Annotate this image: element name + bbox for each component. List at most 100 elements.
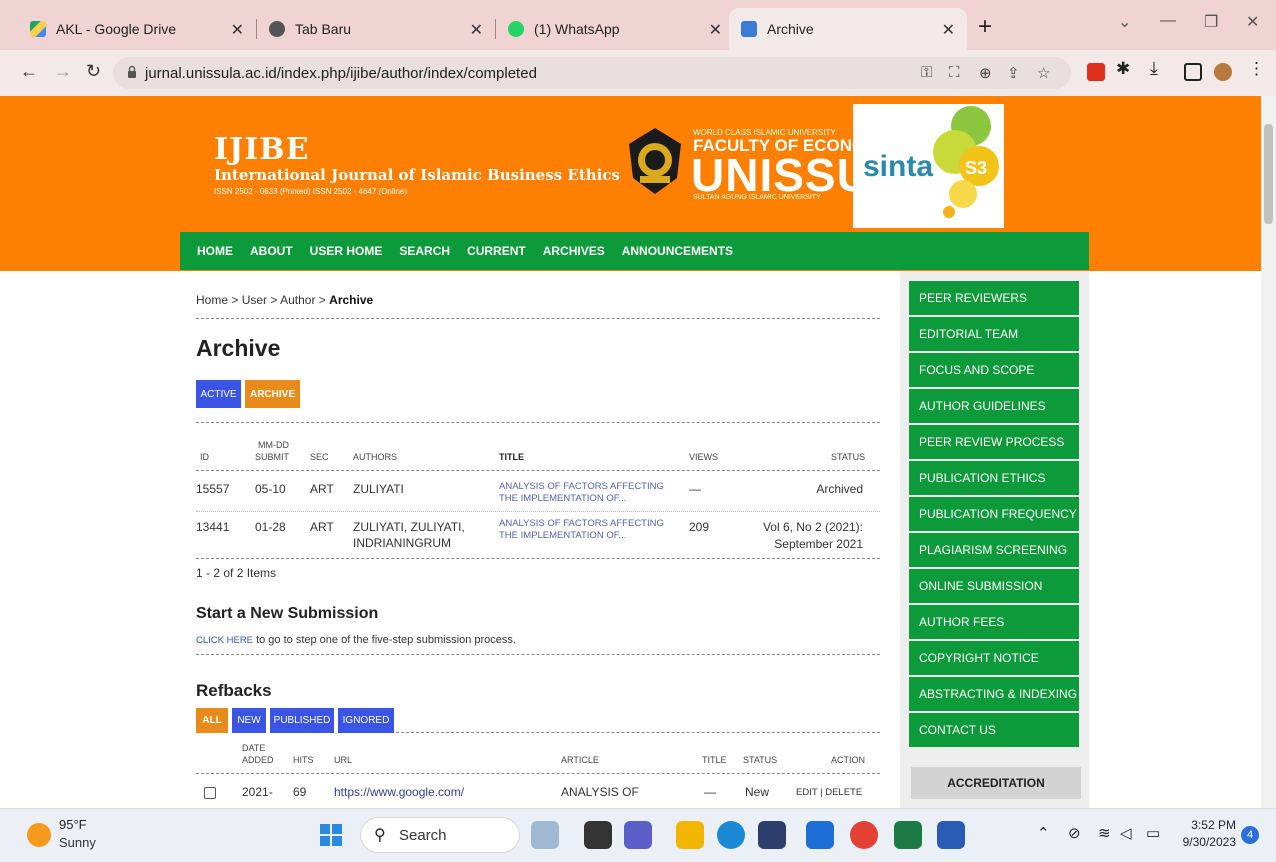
window-close-icon[interactable]: ✕	[1246, 12, 1259, 32]
nav-search[interactable]: SEARCH	[399, 244, 450, 258]
tab-new-tab[interactable]: Tab Baru ✕	[257, 8, 495, 50]
task-view-icon[interactable]	[584, 821, 612, 849]
refback-col-hits[interactable]: HITS	[293, 754, 314, 766]
minimize-icon[interactable]: —	[1160, 12, 1176, 30]
excel-icon[interactable]	[894, 821, 922, 849]
row-title-link[interactable]: ANALYSIS OF FACTORS AFFECTING	[499, 481, 664, 493]
nav-user-home[interactable]: USER HOME	[310, 244, 383, 258]
sidebar-item-peer-review-process[interactable]: PEER REVIEW PROCESS	[909, 425, 1079, 459]
row-status[interactable]: Vol 6, No 2 (2021):	[716, 520, 863, 535]
row-title-link-cont[interactable]: THE IMPLEMENTATION OF...	[499, 530, 626, 542]
close-icon[interactable]: ✕	[470, 20, 483, 40]
refback-col-title[interactable]: TITLE	[702, 754, 727, 766]
meet-app-icon[interactable]	[624, 821, 652, 849]
volume-icon[interactable]: ◁	[1120, 824, 1132, 842]
nav-current[interactable]: CURRENT	[467, 244, 526, 258]
nav-home[interactable]: HOME	[197, 244, 233, 258]
row-status-cont[interactable]: September 2021	[716, 537, 863, 552]
breadcrumb-home[interactable]: Home	[196, 293, 228, 307]
store-icon[interactable]	[806, 821, 834, 849]
widget-app-icon[interactable]	[531, 821, 559, 849]
close-icon[interactable]: ✕	[942, 20, 955, 40]
refback-delete-link[interactable]: DELETE	[825, 787, 862, 798]
sidebar-item-abstracting-indexing[interactable]: ABSTRACTING & INDEXING	[909, 677, 1079, 711]
address-bar[interactable]: jurnal.unissula.ac.id/index.php/ijibe/au…	[113, 57, 1071, 89]
col-status[interactable]: STATUS	[831, 451, 865, 463]
row-title-link-cont[interactable]: THE IMPLEMENTATION OF...	[499, 493, 626, 505]
nav-announcements[interactable]: ANNOUNCEMENTS	[622, 244, 733, 258]
chrome-taskbar-icon[interactable]	[850, 821, 878, 849]
word-icon[interactable]	[937, 821, 965, 849]
key-icon[interactable]: ⚿	[921, 64, 932, 81]
translate-icon[interactable]: ⛶	[949, 64, 960, 81]
breadcrumb-user[interactable]: User	[242, 293, 267, 307]
refback-col-article[interactable]: ARTICLE	[561, 754, 599, 766]
col-authors[interactable]: AUTHORS	[353, 451, 397, 463]
url-text[interactable]: jurnal.unissula.ac.id/index.php/ijibe/au…	[145, 65, 537, 82]
system-clock[interactable]: 3:52 PM 9/30/2023	[1178, 817, 1236, 851]
download-icon[interactable]: ⤓	[1150, 58, 1168, 78]
refbacks-tab-ignored[interactable]: IGNORED	[338, 708, 394, 733]
sidebar-item-plagiarism-screening[interactable]: PLAGIARISM SCREENING	[909, 533, 1079, 567]
sun-icon[interactable]	[27, 823, 51, 847]
sidebar-item-peer-reviewers[interactable]: PEER REVIEWERS	[909, 281, 1079, 315]
nav-about[interactable]: ABOUT	[250, 244, 293, 258]
tab-search-icon[interactable]: ⌄	[1118, 12, 1131, 32]
share-icon[interactable]: ⇪	[1007, 64, 1020, 82]
refbacks-tab-published[interactable]: PUBLISHED	[270, 708, 334, 733]
breadcrumb-current[interactable]: Archive	[329, 293, 373, 307]
sidebar-item-copyright-notice[interactable]: COPYRIGHT NOTICE	[909, 641, 1079, 675]
restore-icon[interactable]: ❐	[1204, 12, 1218, 32]
refback-url[interactable]: https://www.google.com/	[334, 785, 464, 800]
sidebar-item-editorial-team[interactable]: EDITORIAL TEAM	[909, 317, 1079, 351]
avatar[interactable]	[1214, 63, 1232, 81]
page-scrollbar[interactable]	[1261, 96, 1276, 808]
col-sec[interactable]: SEC	[310, 451, 329, 463]
row-title-link[interactable]: ANALYSIS OF FACTORS AFFECTING	[499, 518, 664, 530]
location-icon[interactable]: ⊘	[1068, 824, 1081, 842]
weather-temperature[interactable]: 95°F	[59, 817, 87, 832]
active-filter-button[interactable]: ACTIVE	[196, 380, 241, 408]
sidebar-item-author-guidelines[interactable]: AUTHOR GUIDELINES	[909, 389, 1079, 423]
lock-icon[interactable]	[127, 65, 137, 79]
bookmark-star-icon[interactable]: ☆	[1037, 64, 1050, 82]
puzzle-icon[interactable]: ✱	[1116, 59, 1134, 78]
edge-icon[interactable]	[717, 821, 745, 849]
sidebar-item-online-submission[interactable]: ONLINE SUBMISSION	[909, 569, 1079, 603]
refback-col-status[interactable]: STATUS	[743, 754, 777, 766]
new-tab-button[interactable]: +	[978, 15, 992, 39]
wifi-icon[interactable]: ≋	[1098, 824, 1111, 842]
col-submit[interactable]: SUBMIT	[255, 451, 289, 463]
refback-col-url[interactable]: URL	[334, 754, 352, 766]
close-icon[interactable]: ✕	[231, 20, 244, 40]
calendar-app-icon[interactable]	[758, 821, 786, 849]
forward-icon[interactable]: →	[54, 61, 72, 82]
extension-icon[interactable]	[1087, 63, 1105, 81]
col-views[interactable]: VIEWS	[689, 451, 718, 463]
refbacks-tab-new[interactable]: NEW	[232, 708, 266, 733]
archive-filter-button[interactable]: ARCHIVE	[245, 380, 300, 408]
tab-archive[interactable]: Archive ✕	[729, 8, 967, 50]
file-explorer-icon[interactable]	[676, 821, 704, 849]
sidebar-item-focus-and-scope[interactable]: FOCUS AND SCOPE	[909, 353, 1079, 387]
battery-icon[interactable]: ▭	[1146, 824, 1160, 842]
refback-edit-link[interactable]: EDIT	[796, 787, 817, 798]
sidebar-item-publication-frequency[interactable]: PUBLICATION FREQUENCY	[909, 497, 1079, 531]
col-id[interactable]: ID	[200, 451, 209, 463]
sidebar-item-contact-us[interactable]: CONTACT US	[909, 713, 1079, 747]
weather-condition[interactable]: Sunny	[59, 835, 96, 850]
menu-icon[interactable]: ⋮	[1248, 59, 1266, 78]
taskbar-search[interactable]: ⚲ Search	[360, 817, 520, 853]
nav-archives[interactable]: ARCHIVES	[543, 244, 605, 258]
close-icon[interactable]: ✕	[709, 20, 722, 40]
chevron-up-icon[interactable]: ⌃	[1037, 824, 1050, 842]
breadcrumb-author[interactable]: Author	[280, 293, 315, 307]
sidebar-item-publication-ethics[interactable]: PUBLICATION ETHICS	[909, 461, 1079, 495]
reload-icon[interactable]: ↻	[86, 61, 101, 82]
zoom-icon[interactable]: ⊕	[979, 64, 992, 82]
click-here-link[interactable]: CLICK HERE	[196, 635, 253, 646]
refbacks-tab-all[interactable]: ALL	[196, 708, 228, 733]
sidebar-item-author-fees[interactable]: AUTHOR FEES	[909, 605, 1079, 639]
tab-whatsapp[interactable]: (1) WhatsApp ✕	[496, 8, 734, 50]
side-panel-icon[interactable]	[1184, 63, 1202, 81]
